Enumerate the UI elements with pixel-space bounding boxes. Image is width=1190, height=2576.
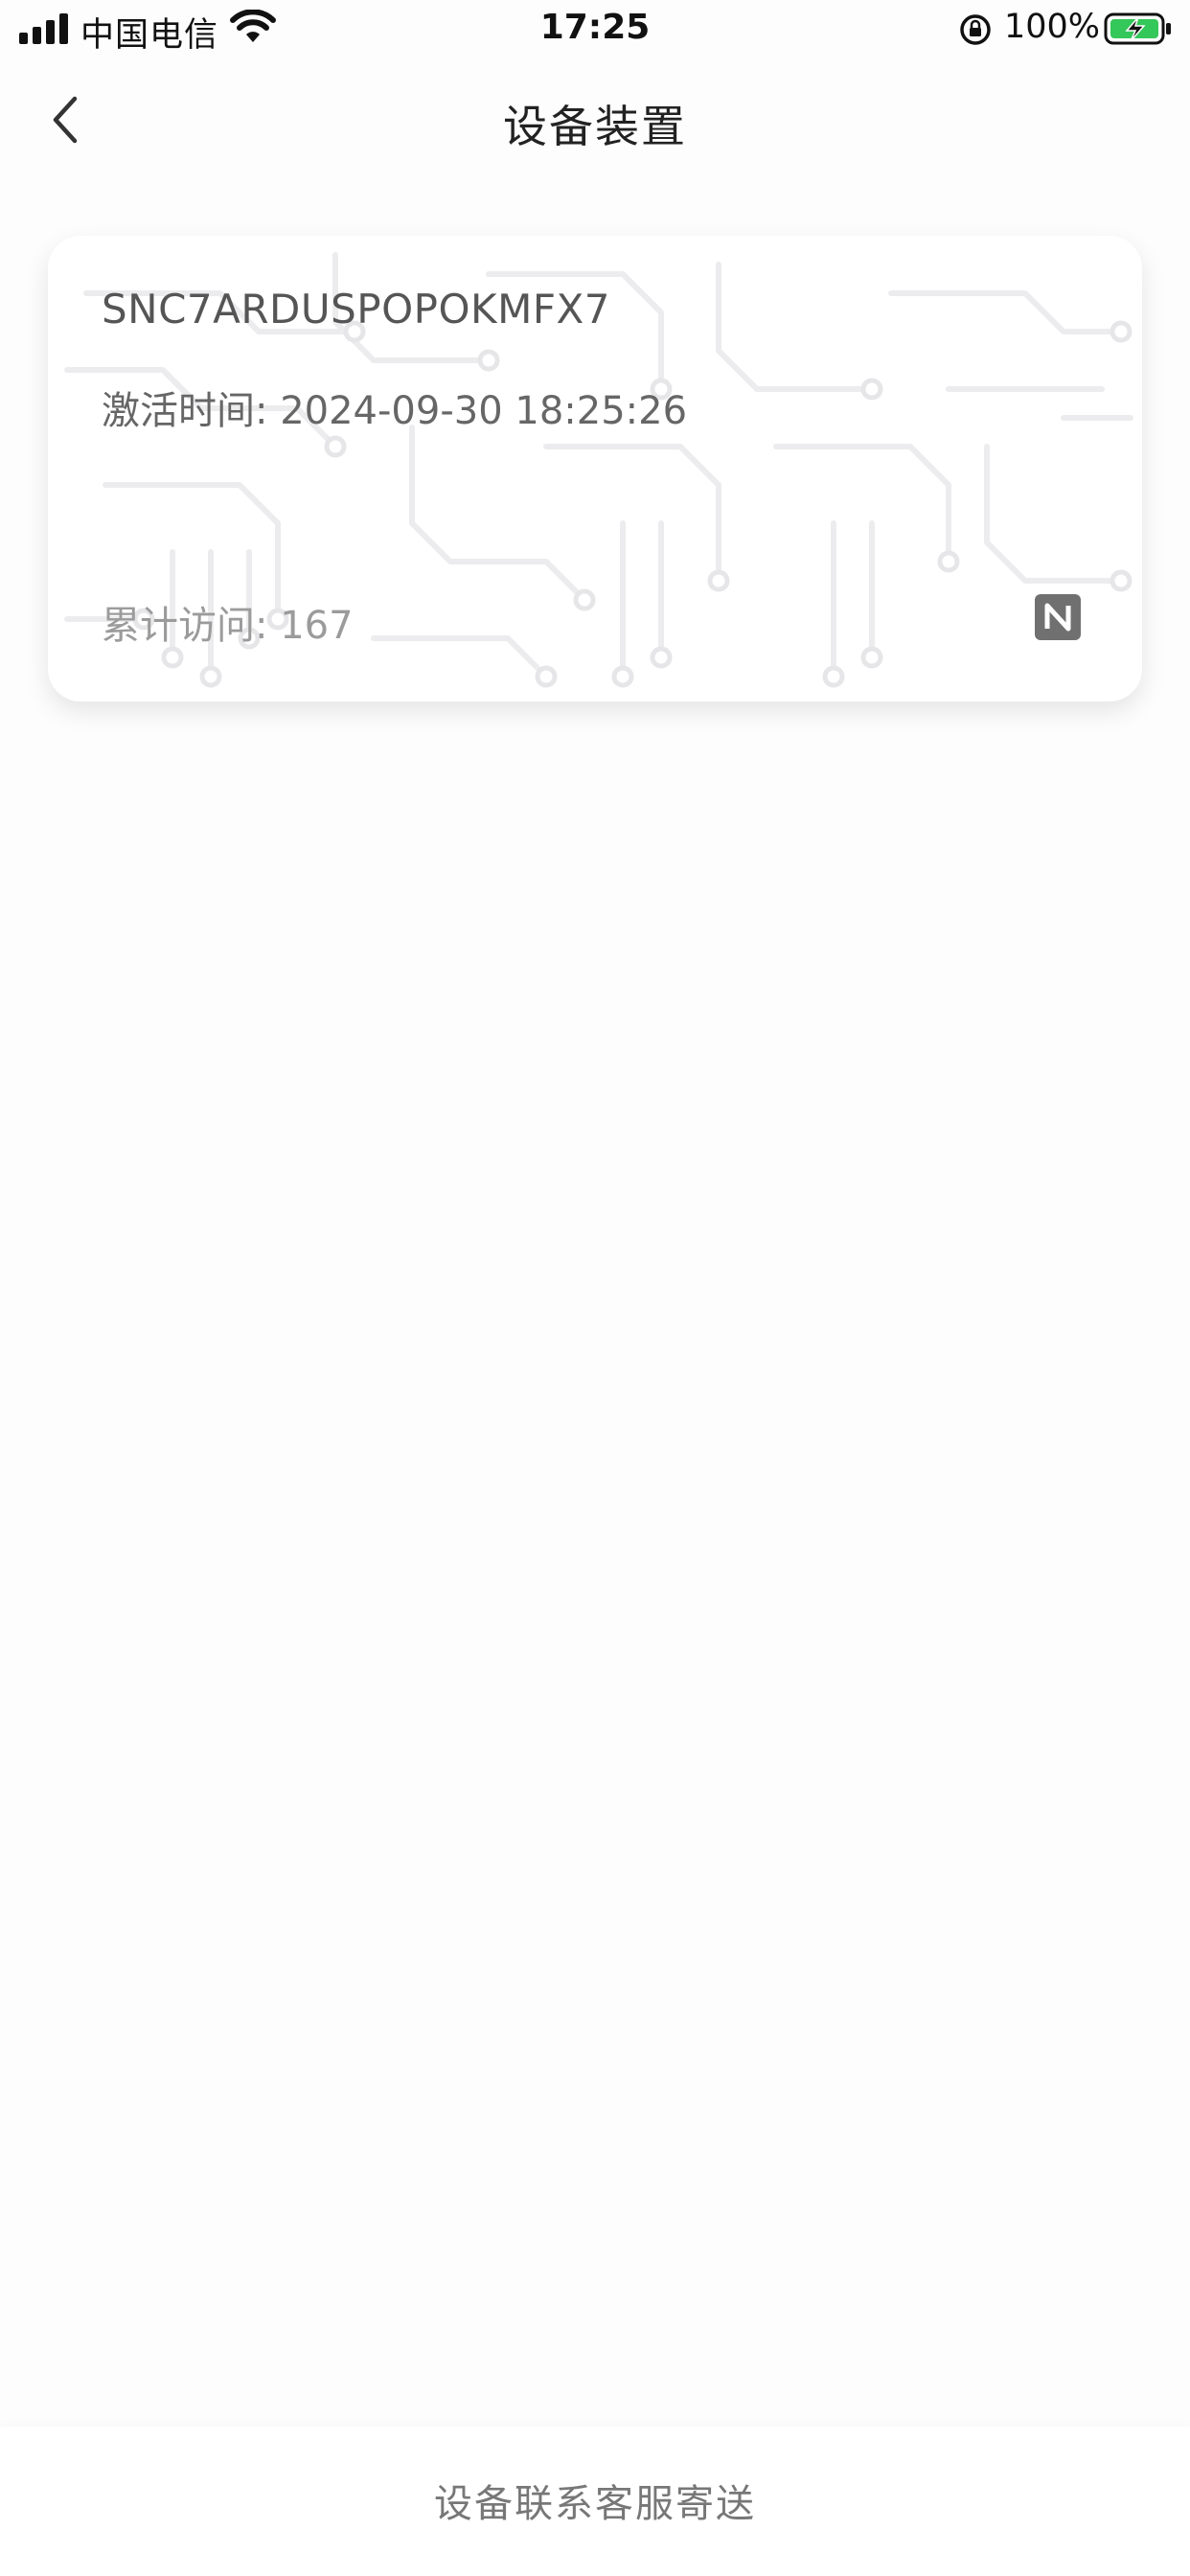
- device-serial-number: SNC7ARDUSPOPOKMFX7: [102, 286, 610, 333]
- activation-time-label: 激活时间:: [102, 389, 281, 433]
- battery-percent: 100%: [1004, 8, 1101, 46]
- contact-support-button[interactable]: 设备联系客服寄送: [0, 2472, 1190, 2528]
- battery-charging-icon: [1104, 12, 1171, 45]
- activation-time-value: 2024-09-30 18:25:26: [280, 389, 688, 433]
- visit-count-label: 累计访问:: [102, 604, 281, 648]
- orientation-lock-icon: [960, 14, 991, 45]
- navigation-bar: 设备装置: [0, 77, 1190, 163]
- page-title: 设备装置: [503, 101, 687, 152]
- nfc-icon: [1035, 594, 1081, 640]
- visit-count-value: 167: [280, 604, 354, 648]
- status-bar: 中国电信 17:25 100%: [0, 0, 1190, 61]
- bottom-action-bar: 设备联系客服寄送: [0, 2426, 1190, 2576]
- visit-count-row: 累计访问: 167: [102, 594, 354, 650]
- activation-time-row: 激活时间: 2024-09-30 18:25:26: [102, 380, 687, 435]
- device-card[interactable]: SNC7ARDUSPOPOKMFX7 激活时间: 2024-09-30 18:2…: [48, 236, 1142, 702]
